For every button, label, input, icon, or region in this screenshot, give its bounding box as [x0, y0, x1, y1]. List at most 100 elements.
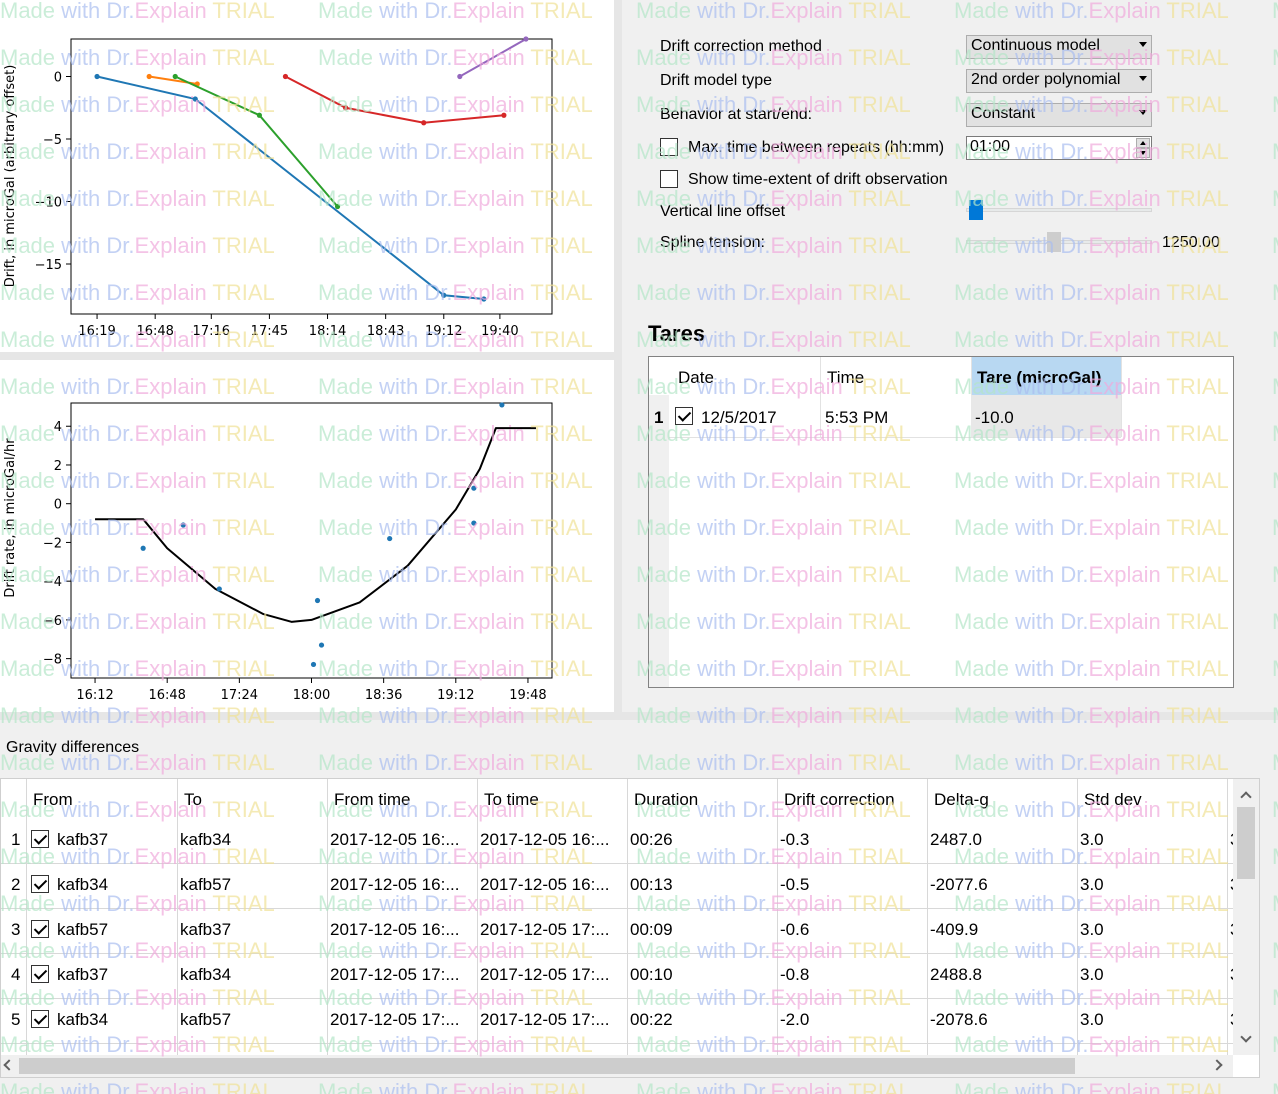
table-header-std[interactable]: Std dev	[1084, 790, 1142, 810]
table-header-delta-g[interactable]: Delta-g	[934, 790, 989, 810]
table-cell-drift[interactable]: -0.6	[780, 920, 925, 940]
table-cell-std[interactable]: 3.0	[1080, 830, 1225, 850]
table-cell-drift[interactable]: -0.5	[780, 875, 925, 895]
table-cell-to-time[interactable]: 2017-12-05 16:...	[480, 830, 625, 850]
tares-header-row	[649, 357, 1233, 395]
drift-model-type-combo[interactable]: 2nd order polynomial	[966, 69, 1152, 93]
table-cell-duration[interactable]: 00:22	[630, 1010, 775, 1030]
vertical-splitter[interactable]	[614, 0, 622, 716]
table-cell-from-time[interactable]: 2017-12-05 16:...	[330, 830, 475, 850]
y-tick-label: 0	[54, 71, 62, 86]
y-tick-label: 4	[54, 420, 62, 435]
table-header-from[interactable]: From	[33, 790, 73, 810]
down-arrow-icon	[1140, 151, 1146, 155]
vertical-offset-slider-track[interactable]	[966, 208, 1152, 212]
column-divider	[627, 779, 628, 1055]
y-axis-label: Drift, in microGal (arbitrary offset)	[3, 65, 18, 288]
table-cell-from[interactable]: kafb34	[57, 1010, 175, 1030]
table-cell-from[interactable]: kafb37	[57, 830, 175, 850]
horizontal-scrollbar[interactable]	[1, 1055, 1233, 1077]
main-splitter[interactable]	[0, 712, 1278, 720]
tares-header-time[interactable]: Time	[827, 368, 864, 388]
scroll-up-icon[interactable]	[1240, 791, 1252, 803]
gravity-differences-table[interactable]: From To From time To time Duration Drift corr…	[0, 778, 1260, 1078]
table-cell-to[interactable]: kafb57	[180, 875, 325, 895]
table-cell-to-time[interactable]: 2017-12-05 17:...	[480, 965, 625, 985]
drift-method-combo[interactable]: Continuous model	[966, 35, 1152, 59]
table-cell-to-time[interactable]: 2017-12-05 16:...	[480, 875, 625, 895]
vertical-offset-slider-handle[interactable]	[969, 200, 984, 220]
table-cell-to-time[interactable]: 2017-12-05 17:...	[480, 1010, 625, 1030]
table-cell-delta-g[interactable]: 2488.8	[930, 965, 1075, 985]
table-row-checkbox[interactable]	[31, 830, 49, 848]
tares-table[interactable]: Date Time Tare (microGal) 1 12/5/2017 5:…	[648, 356, 1234, 688]
table-cell-drift[interactable]: -2.0	[780, 1010, 925, 1030]
table-cell-delta-g[interactable]: 2487.0	[930, 830, 1075, 850]
table-cell-duration[interactable]: 00:13	[630, 875, 775, 895]
y-tick-label: 0	[54, 498, 62, 513]
tares-row-time[interactable]: 5:53 PM	[825, 408, 888, 428]
table-cell-from[interactable]: kafb34	[57, 875, 175, 895]
table-cell-to[interactable]: kafb34	[180, 830, 325, 850]
table-cell-to[interactable]: kafb37	[180, 920, 325, 940]
max-time-checkbox[interactable]	[660, 138, 678, 156]
table-cell-from-time[interactable]: 2017-12-05 16:...	[330, 875, 475, 895]
vertical-scrollbar[interactable]	[1233, 779, 1259, 1055]
table-cell-from-time[interactable]: 2017-12-05 17:...	[330, 965, 475, 985]
horizontal-scroll-thumb[interactable]	[19, 1058, 1075, 1074]
table-header-drift[interactable]: Drift correction	[784, 790, 895, 810]
plot-splitter[interactable]	[0, 352, 614, 360]
behavior-combo[interactable]: Constant	[966, 103, 1152, 127]
table-cell-from-time[interactable]: 2017-12-05 17:...	[330, 1010, 475, 1030]
row-divider	[669, 437, 1121, 438]
table-header-duration[interactable]: Duration	[634, 790, 698, 810]
table-cell-std[interactable]: 3.0	[1080, 965, 1225, 985]
table-cell-delta-g[interactable]: -2077.6	[930, 875, 1075, 895]
x-tick-label: 19:12	[425, 324, 462, 339]
table-cell-to[interactable]: kafb34	[180, 965, 325, 985]
spline-tension-slider-handle[interactable]	[1046, 232, 1061, 252]
table-cell-duration[interactable]: 00:09	[630, 920, 775, 940]
table-cell-delta-g[interactable]: -2078.6	[930, 1010, 1075, 1030]
tares-header-tare[interactable]: Tare (microGal)	[977, 368, 1101, 388]
spin-down-button[interactable]	[1136, 148, 1150, 158]
table-cell-to-time[interactable]: 2017-12-05 17:...	[480, 920, 625, 940]
column-divider	[177, 779, 178, 1055]
tares-row-checkbox[interactable]	[675, 407, 693, 425]
table-cell-duration[interactable]: 00:26	[630, 830, 775, 850]
scroll-left-icon[interactable]	[3, 1059, 15, 1071]
tares-header-date[interactable]: Date	[678, 368, 714, 388]
table-cell-from-time[interactable]: 2017-12-05 16:...	[330, 920, 475, 940]
table-cell-std[interactable]: 3.0	[1080, 1010, 1225, 1030]
table-header-to-time[interactable]: To time	[484, 790, 539, 810]
series-point-2	[146, 73, 152, 80]
scroll-down-icon[interactable]	[1240, 1031, 1252, 1043]
table-cell-drift[interactable]: -0.3	[780, 830, 925, 850]
table-cell-duration[interactable]: 00:10	[630, 965, 775, 985]
table-header-to[interactable]: To	[184, 790, 202, 810]
table-row-checkbox[interactable]	[31, 875, 49, 893]
series-point-4	[342, 105, 349, 111]
drift-rate-point	[180, 522, 186, 528]
table-cell-drift[interactable]: -0.8	[780, 965, 925, 985]
table-cell-from[interactable]: kafb37	[57, 965, 175, 985]
row-divider	[1, 953, 1233, 954]
table-cell-from[interactable]: kafb57	[57, 920, 175, 940]
table-row-checkbox[interactable]	[31, 920, 49, 938]
table-header-from-time[interactable]: From time	[334, 790, 411, 810]
show-extent-checkbox[interactable]	[660, 170, 678, 188]
tares-row-date[interactable]: 12/5/2017	[701, 408, 777, 428]
max-time-spinbox[interactable]: 01:00	[966, 136, 1152, 160]
table-row-index: 3	[11, 920, 21, 939]
table-cell-std[interactable]: 3.0	[1080, 875, 1225, 895]
table-cell-delta-g[interactable]: -409.9	[930, 920, 1075, 940]
table-cell-to[interactable]: kafb57	[180, 1010, 325, 1030]
vertical-scroll-thumb[interactable]	[1237, 807, 1255, 879]
table-cell-std[interactable]: 3.0	[1080, 920, 1225, 940]
table-row-checkbox[interactable]	[31, 965, 49, 983]
spin-up-button[interactable]	[1136, 138, 1150, 148]
column-divider	[1121, 357, 1122, 437]
tares-row-tare[interactable]: -10.0	[975, 408, 1014, 428]
table-row-checkbox[interactable]	[31, 1010, 49, 1028]
scroll-right-icon[interactable]	[1211, 1059, 1223, 1071]
